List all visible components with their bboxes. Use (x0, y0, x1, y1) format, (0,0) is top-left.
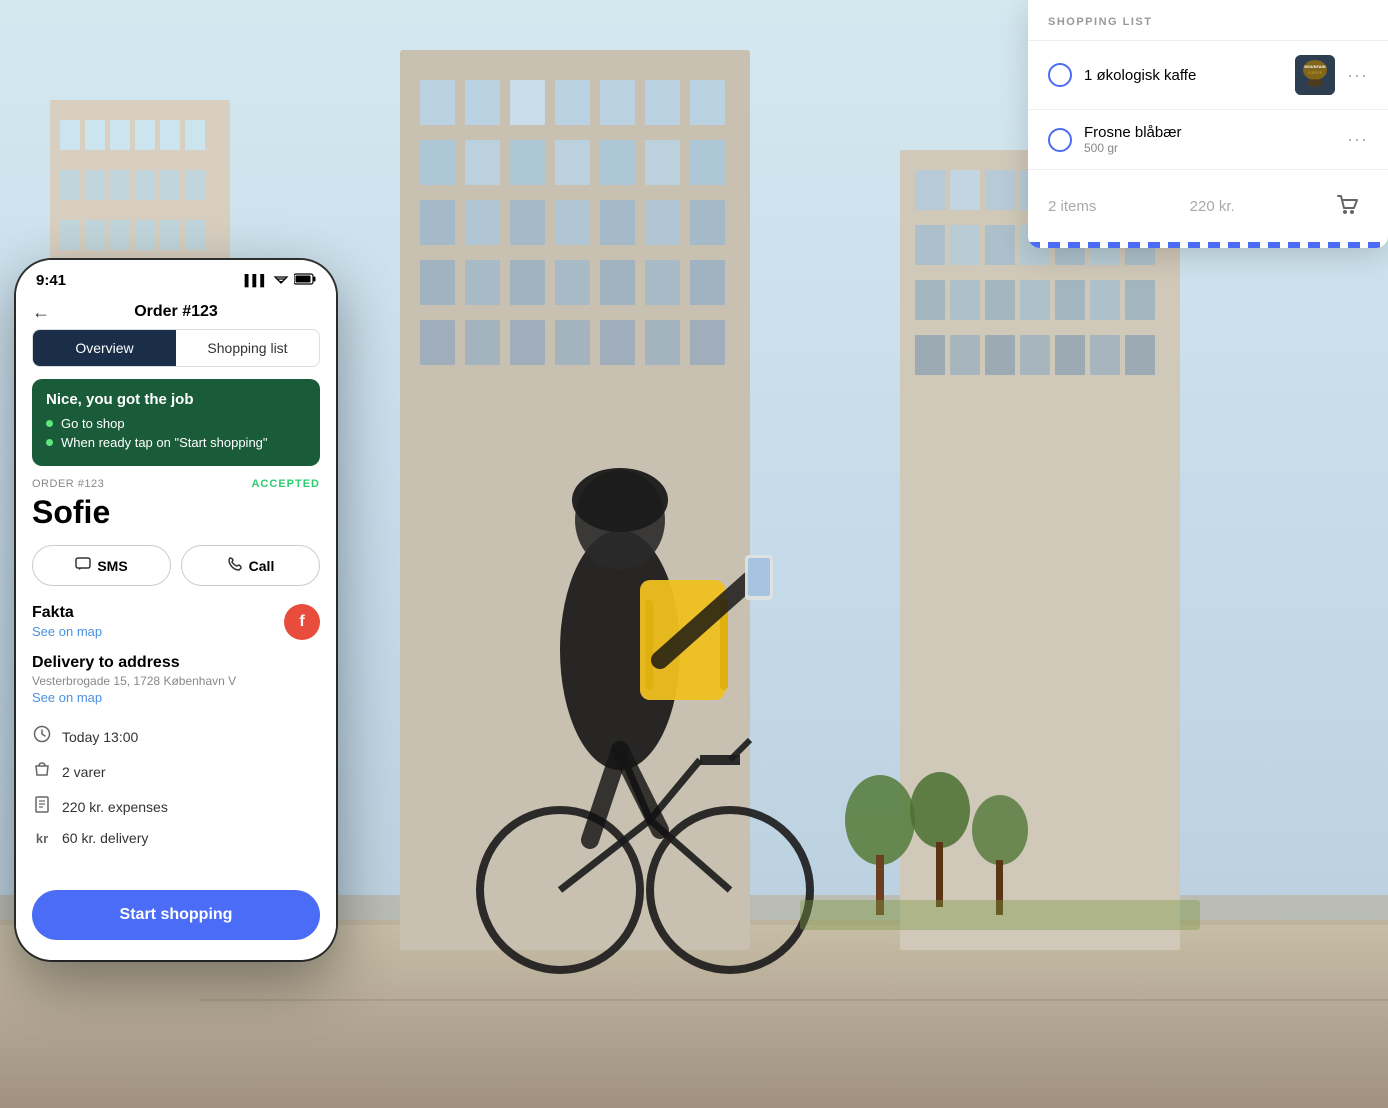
shopping-item-2: Frosne blåbær 500 gr ··· (1028, 110, 1388, 170)
customer-name: Sofie (32, 494, 320, 531)
kr-icon: kr (32, 831, 52, 846)
detail-time-text: Today 13:00 (62, 729, 138, 745)
detail-row-expenses: 220 kr. expenses (32, 789, 320, 824)
battery-icon (294, 273, 316, 288)
info-box-item-1: Go to shop (46, 416, 306, 431)
order-status-badge: ACCEPTED (251, 478, 320, 490)
bullet-dot-2 (46, 439, 53, 446)
phone-nav: ← Order #123 (16, 295, 336, 329)
phone-mockup: 9:41 ▌▌▌ ← Order #123 Overview Shopping … (16, 260, 336, 960)
store-name: Fakta (32, 604, 102, 622)
item-name-2: Frosne blåbær (1084, 124, 1335, 141)
shopping-list-card: SHOPPING LIST 1 økologisk kaffe MOUNTAIN… (1028, 0, 1388, 248)
shopping-item-1: 1 økologisk kaffe MOUNTAIN COFFEE ··· (1028, 41, 1388, 110)
item-info-2: Frosne blåbær 500 gr (1084, 124, 1335, 155)
bullet-dot-1 (46, 420, 53, 427)
item-image-1: MOUNTAIN COFFEE (1295, 55, 1335, 95)
back-button[interactable]: ← (32, 302, 50, 323)
order-number-label: ORDER #123 (32, 478, 104, 490)
item-name-1: 1 økologisk kaffe (1084, 67, 1283, 84)
signal-icon: ▌▌▌ (245, 275, 268, 287)
call-icon (227, 556, 243, 575)
delivery-address: Vesterbrogade 15, 1728 København V (32, 674, 320, 688)
detail-row-delivery: kr 60 kr. delivery (32, 824, 320, 852)
clock-icon (32, 725, 52, 748)
status-bar: 9:41 ▌▌▌ (16, 260, 336, 295)
delivery-section: Delivery to address Vesterbrogade 15, 17… (32, 654, 320, 705)
tab-overview[interactable]: Overview (33, 330, 176, 366)
detail-items-text: 2 varer (62, 764, 106, 780)
phone-footer: Start shopping (16, 878, 336, 960)
tab-shopping-list[interactable]: Shopping list (176, 330, 319, 366)
status-icons: ▌▌▌ (245, 273, 316, 288)
info-box-step-1: Go to shop (61, 416, 125, 431)
sms-label: SMS (97, 558, 127, 574)
shopping-list-footer: 2 items 220 kr. (1028, 170, 1388, 242)
info-box: Nice, you got the job Go to shop When re… (32, 379, 320, 466)
item-more-2[interactable]: ··· (1347, 129, 1368, 150)
item-detail-2: 500 gr (1084, 141, 1335, 155)
wifi-icon (273, 273, 289, 288)
cart-button[interactable] (1328, 186, 1368, 226)
call-button[interactable]: Call (181, 545, 320, 586)
detail-row-time: Today 13:00 (32, 719, 320, 754)
item-checkbox-2[interactable] (1048, 128, 1072, 152)
bag-icon (32, 760, 52, 783)
detail-row-items: 2 varer (32, 754, 320, 789)
item-more-1[interactable]: ··· (1347, 65, 1368, 86)
sms-button[interactable]: SMS (32, 545, 171, 586)
tab-bar: Overview Shopping list (32, 329, 320, 367)
store-map-link[interactable]: See on map (32, 624, 102, 639)
svg-text:MOUNTAIN: MOUNTAIN (1304, 64, 1325, 69)
items-price: 220 kr. (1190, 198, 1235, 215)
order-header: ORDER #123 ACCEPTED (32, 478, 320, 490)
action-buttons: SMS Call (32, 545, 320, 586)
delivery-map-link[interactable]: See on map (32, 690, 320, 705)
phone-content: ORDER #123 ACCEPTED Sofie SMS Call (16, 478, 336, 878)
call-label: Call (249, 558, 275, 574)
store-section: Fakta See on map f (32, 604, 320, 640)
item-info-1: 1 økologisk kaffe (1084, 67, 1283, 84)
info-box-item-2: When ready tap on "Start shopping" (46, 435, 306, 450)
item-checkbox-1[interactable] (1048, 63, 1072, 87)
receipt-icon (32, 795, 52, 818)
detail-expenses-text: 220 kr. expenses (62, 799, 168, 815)
shopping-list-bottom-dashes (1028, 242, 1388, 248)
status-time: 9:41 (36, 272, 66, 289)
items-count: 2 items (1048, 198, 1096, 215)
start-shopping-button[interactable]: Start shopping (32, 890, 320, 940)
svg-text:COFFEE: COFFEE (1308, 71, 1323, 75)
sms-icon (75, 556, 91, 575)
delivery-title: Delivery to address (32, 654, 320, 672)
store-logo: f (284, 604, 320, 640)
info-box-step-2: When ready tap on "Start shopping" (61, 435, 268, 450)
shopping-list-header: SHOPPING LIST (1028, 0, 1388, 41)
info-box-title: Nice, you got the job (46, 391, 306, 408)
detail-delivery-text: 60 kr. delivery (62, 830, 148, 846)
order-title: Order #123 (134, 303, 218, 321)
